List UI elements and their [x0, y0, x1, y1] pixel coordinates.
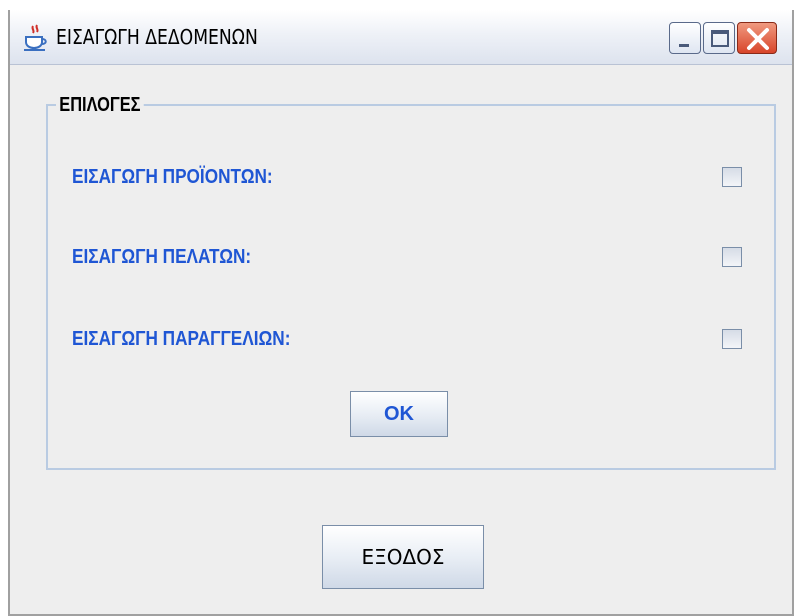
close-button[interactable] [737, 22, 777, 54]
insert-products-label: ΕΙΣΑΓΩΓΗ ΠΡΟΪΟΝΤΩΝ: [72, 166, 273, 188]
insert-orders-label: ΕΙΣΑΓΩΓΗ ΠΑΡΑΓΓΕΛΙΩΝ: [72, 328, 291, 350]
options-group: ΕΠΙΛΟΓΕΣ ΕΙΣΑΓΩΓΗ ΠΡΟΪΟΝΤΩΝ: ΕΙΣΑΓΩΓΗ ΠΕ… [46, 94, 776, 470]
maximize-button[interactable] [703, 22, 735, 54]
maximize-icon [711, 30, 729, 47]
insert-products-checkbox[interactable] [722, 167, 742, 187]
ok-button[interactable]: OK [350, 391, 448, 437]
minimize-icon [679, 44, 689, 47]
options-group-title: ΕΠΙΛΟΓΕΣ [56, 94, 144, 117]
insert-customers-checkbox[interactable] [722, 247, 742, 267]
exit-button[interactable]: ΕΞΟΔΟΣ [322, 525, 484, 589]
java-cup-icon [23, 24, 49, 52]
insert-customers-label: ΕΙΣΑΓΩΓΗ ΠΕΛΑΤΩΝ: [72, 246, 252, 268]
title-bar[interactable]: ΕΙΣΑΓΩΓΗ ΔΕΔΟΜΕΝΩΝ [10, 10, 792, 65]
close-icon [747, 28, 769, 50]
window-title: ΕΙΣΑΓΩΓΗ ΔΕΔΟΜΕΝΩΝ [56, 25, 258, 49]
app-window: ΕΙΣΑΓΩΓΗ ΔΕΔΟΜΕΝΩΝ ΕΠΙΛΟΓΕΣ ΕΙΣΑΓΩΓΗ ΠΡΟ… [8, 10, 794, 616]
minimize-button[interactable] [669, 22, 701, 54]
insert-orders-checkbox[interactable] [722, 329, 742, 349]
